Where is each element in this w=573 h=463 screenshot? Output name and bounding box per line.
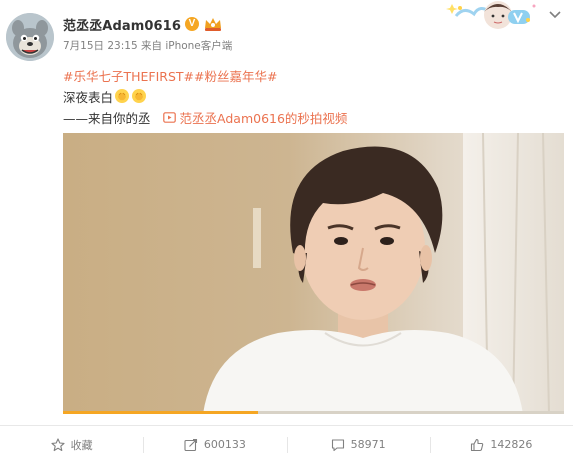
video-player[interactable] [63,133,564,414]
like-button[interactable]: 142826 [429,426,573,463]
verified-badge: V [184,17,199,31]
post-text: ——来自你的丞 [63,111,151,126]
post-source: 来自 iPhone客户端 [140,40,233,52]
card-decoration [446,0,542,34]
repost-count: 600133 [203,438,246,451]
comment-count: 58971 [350,438,386,451]
author-row: 范丞丞Adam0616 V [63,13,223,35]
video-link[interactable]: 范丞丞Adam0616的秒拍视频 [162,108,348,127]
video-frame [63,133,564,414]
avatar[interactable] [6,13,54,61]
post-text-line: ——来自你的丞 范丞丞Adam0616的秒拍视频 [63,108,347,127]
comment-icon [331,438,344,451]
fan-crown-badge[interactable] [203,16,223,32]
dropdown-chevron-icon[interactable] [548,10,562,20]
post-meta: 7月15日 23:15 来自 iPhone客户端 [63,38,232,53]
post-time[interactable]: 7月15日 23:15 [63,40,138,52]
comment-button[interactable]: 58971 [286,426,430,463]
post-text-line: 深夜表白 [63,86,147,106]
hashtag-link[interactable]: #乐华七子THEFIRST# [63,69,194,84]
clap-emoji [132,89,147,103]
action-bar: 收藏 600133 58971 142826 [0,426,573,463]
weibo-post: 范丞丞Adam0616 V 7月15日 23:15 来自 iPhone客户端 #… [0,0,573,463]
clap-emoji [115,89,130,103]
favorite-button[interactable]: 收藏 [0,426,143,463]
video-link-text: 范丞丞Adam0616的秒拍视频 [179,111,348,126]
hashtag-link[interactable]: #粉丝嘉年华# [194,69,277,84]
post-text: 深夜表白 [63,89,114,105]
thumbs-up-icon [471,438,484,451]
author-name[interactable]: 范丞丞Adam0616 [63,15,181,34]
hashtag-row: #乐华七子THEFIRST##粉丝嘉年华# [63,66,277,85]
favorite-label: 收藏 [70,438,93,452]
star-icon [51,437,65,451]
video-progress-fill [63,411,259,414]
video-icon [162,112,176,123]
repost-icon [184,438,197,451]
like-count: 142826 [490,438,533,451]
repost-button[interactable]: 600133 [143,426,286,463]
video-progress-bar[interactable] [63,411,564,414]
